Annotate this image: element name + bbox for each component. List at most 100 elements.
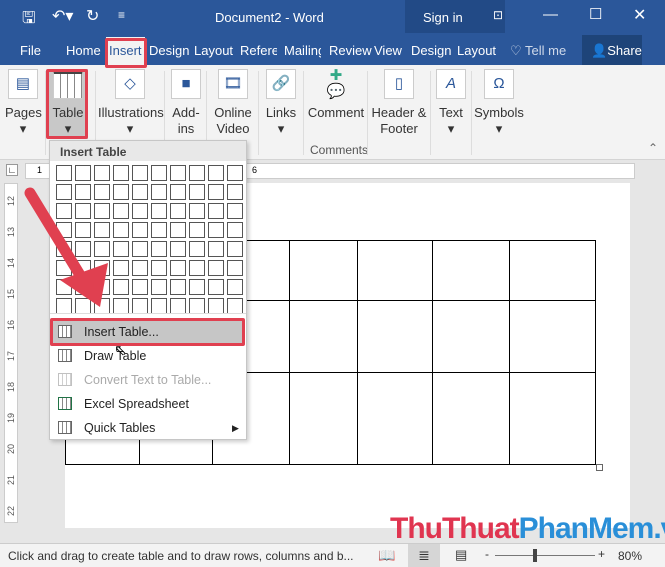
grid-cell[interactable] [75, 165, 91, 181]
tab-layout[interactable]: Layout [194, 43, 233, 58]
close-icon[interactable]: ✕ [633, 5, 646, 25]
grid-cell[interactable] [170, 260, 186, 276]
tab-design[interactable]: Design [149, 43, 189, 58]
save-icon[interactable]: 🖫 [22, 7, 36, 34]
menu-item-quick-tables[interactable]: Quick Tables ▶ [52, 416, 245, 440]
grid-cell[interactable] [151, 241, 167, 257]
grid-cell[interactable] [151, 203, 167, 219]
grid-cell[interactable] [208, 222, 224, 238]
sign-in-link[interactable]: Sign in [423, 10, 463, 25]
zoom-slider[interactable] [495, 555, 595, 556]
grid-cell[interactable] [113, 298, 129, 314]
vertical-ruler[interactable]: 12 13 14 15 16 17 18 19 20 21 22 [4, 183, 18, 523]
grid-cell[interactable] [189, 222, 205, 238]
grid-cell[interactable] [227, 203, 243, 219]
grid-cell[interactable] [151, 260, 167, 276]
grid-cell[interactable] [170, 241, 186, 257]
grid-cell[interactable] [227, 279, 243, 295]
grid-cell[interactable] [208, 298, 224, 314]
illustrations-button[interactable]: ◇ Illustrations ▾ [98, 69, 164, 137]
read-mode-icon[interactable]: 📖 [378, 547, 395, 564]
zoom-slider-thumb[interactable] [533, 549, 537, 562]
grid-cell[interactable] [227, 260, 243, 276]
customize-icon[interactable]: ≡ [118, 8, 125, 22]
grid-cell[interactable] [208, 260, 224, 276]
tab-references[interactable]: Referer [240, 43, 277, 58]
tell-me-search[interactable]: ♡ Tell me [510, 43, 566, 59]
collapse-ribbon-icon[interactable]: ⌃ [648, 141, 658, 155]
add-ins-button[interactable]: ■ Add- ins [168, 69, 204, 137]
grid-cell[interactable] [189, 165, 205, 181]
symbols-button[interactable]: Ω Symbols ▾ [474, 69, 524, 137]
grid-cell[interactable] [132, 279, 148, 295]
grid-cell[interactable] [113, 241, 129, 257]
header-footer-button[interactable]: ▯ Header & Footer [370, 69, 428, 137]
grid-cell[interactable] [132, 165, 148, 181]
zoom-level[interactable]: 80% [618, 549, 642, 563]
text-button[interactable]: A Text ▾ [433, 69, 469, 137]
grid-cell[interactable] [170, 203, 186, 219]
grid-cell[interactable] [151, 165, 167, 181]
redo-icon[interactable]: ↻ [86, 6, 99, 26]
comment-button[interactable]: ✚💬 Comment [306, 68, 366, 121]
grid-cell[interactable] [132, 222, 148, 238]
grid-cell[interactable] [113, 165, 129, 181]
grid-cell[interactable] [170, 298, 186, 314]
grid-cell[interactable] [151, 184, 167, 200]
grid-cell[interactable] [208, 184, 224, 200]
grid-cell[interactable] [227, 165, 243, 181]
grid-cell[interactable] [113, 222, 129, 238]
table-resize-handle[interactable] [596, 464, 603, 471]
grid-cell[interactable] [56, 165, 72, 181]
grid-cell[interactable] [94, 165, 110, 181]
grid-cell[interactable] [189, 260, 205, 276]
maximize-icon[interactable]: ☐ [589, 5, 602, 23]
grid-cell[interactable] [151, 279, 167, 295]
grid-cell[interactable] [208, 279, 224, 295]
grid-cell[interactable] [151, 298, 167, 314]
web-layout-icon[interactable]: ▤ [455, 547, 467, 563]
grid-cell[interactable] [113, 279, 129, 295]
grid-cell[interactable] [170, 222, 186, 238]
tab-mailings[interactable]: Mailing [284, 43, 321, 58]
grid-cell[interactable] [208, 241, 224, 257]
share-button[interactable]: 👤Share [582, 35, 642, 65]
grid-cell[interactable] [132, 184, 148, 200]
grid-cell[interactable] [189, 184, 205, 200]
grid-cell[interactable] [189, 279, 205, 295]
grid-cell[interactable] [208, 203, 224, 219]
grid-cell[interactable] [189, 298, 205, 314]
tab-home[interactable]: Home [66, 43, 101, 58]
tab-table-design[interactable]: Design [411, 43, 451, 58]
grid-cell[interactable] [151, 222, 167, 238]
grid-cell[interactable] [132, 241, 148, 257]
zoom-out-button[interactable]: - [485, 547, 489, 561]
zoom-in-button[interactable]: + [598, 547, 605, 561]
menu-item-draw-table[interactable]: Draw Table [52, 344, 245, 368]
online-video-button[interactable]: 🎞 Online Video [210, 69, 256, 137]
tab-review[interactable]: Review [329, 43, 372, 58]
grid-cell[interactable] [113, 260, 129, 276]
grid-cell[interactable] [227, 241, 243, 257]
grid-cell[interactable] [189, 241, 205, 257]
grid-cell[interactable] [132, 203, 148, 219]
pages-button[interactable]: ▤ Pages ▾ [5, 69, 42, 137]
undo-icon[interactable]: ↶▾ [52, 6, 73, 26]
grid-cell[interactable] [170, 184, 186, 200]
ribbon-display-icon[interactable]: ⊡ [493, 8, 503, 22]
grid-cell[interactable] [132, 260, 148, 276]
tab-selector-icon[interactable]: ∟ [6, 164, 18, 176]
grid-cell[interactable] [189, 203, 205, 219]
grid-cell[interactable] [170, 165, 186, 181]
tab-table-layout[interactable]: Layout [457, 43, 496, 58]
tab-file[interactable]: File [20, 43, 41, 58]
grid-cell[interactable] [227, 222, 243, 238]
print-layout-icon[interactable]: ≣ [408, 544, 440, 567]
grid-cell[interactable] [113, 203, 129, 219]
tab-view[interactable]: View [374, 43, 402, 58]
grid-cell[interactable] [113, 184, 129, 200]
grid-cell[interactable] [208, 165, 224, 181]
menu-item-excel-spreadsheet[interactable]: Excel Spreadsheet [52, 392, 245, 416]
links-button[interactable]: 🔗 Links ▾ [262, 69, 300, 137]
grid-cell[interactable] [170, 279, 186, 295]
